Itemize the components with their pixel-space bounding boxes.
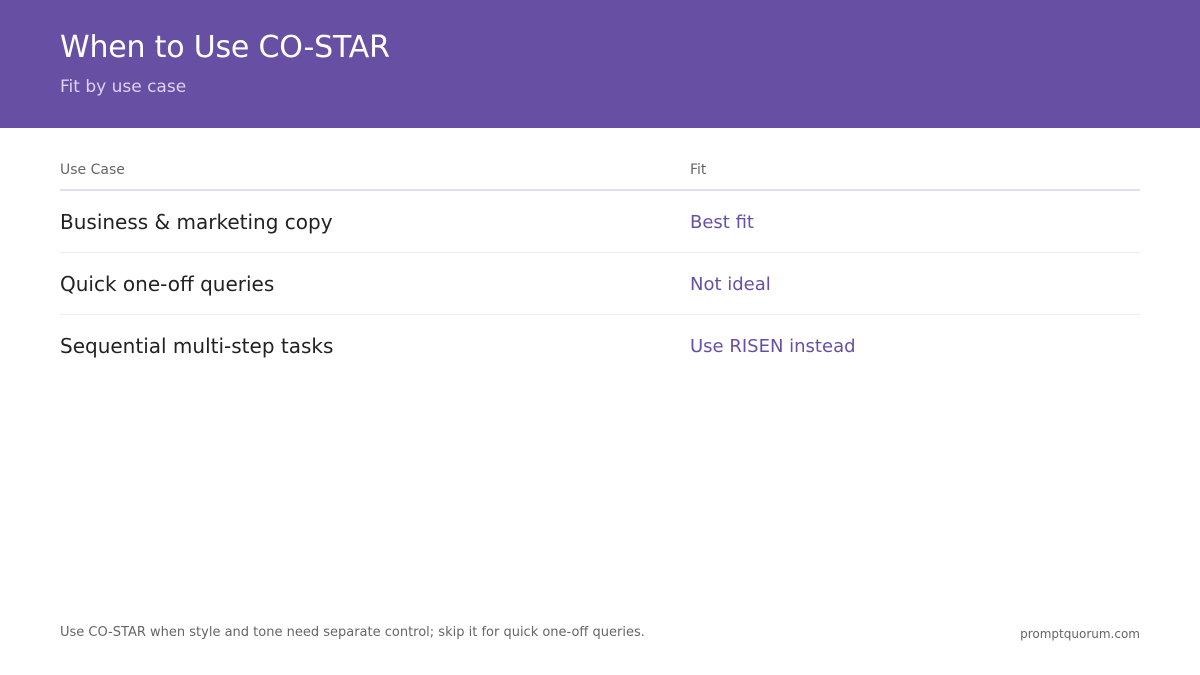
fit-cell: Not ideal <box>690 274 771 295</box>
use-case-cell: Sequential multi-step tasks <box>60 334 334 358</box>
header-banner: When to Use CO-STAR Fit by use case <box>0 0 1200 128</box>
fit-cell: Best fit <box>690 212 754 233</box>
page-title: When to Use CO-STAR <box>60 30 390 65</box>
column-header-use-case: Use Case <box>60 162 125 178</box>
footer-note: Use CO-STAR when style and tone need sep… <box>60 625 645 640</box>
table-header: Use Case Fit <box>60 158 1140 191</box>
table-row: Business & marketing copy Best fit <box>60 191 1140 253</box>
column-header-fit: Fit <box>690 162 707 178</box>
page-subtitle: Fit by use case <box>60 77 187 97</box>
table-row: Quick one-off queries Not ideal <box>60 253 1140 315</box>
use-case-cell: Business & marketing copy <box>60 210 333 234</box>
use-case-cell: Quick one-off queries <box>60 272 275 296</box>
table-row: Sequential multi-step tasks Use RISEN in… <box>60 315 1140 377</box>
footer-site-link[interactable]: promptquorum.com <box>1020 627 1140 641</box>
fit-cell: Use RISEN instead <box>690 336 856 357</box>
use-case-table: Use Case Fit Business & marketing copy B… <box>60 158 1140 377</box>
